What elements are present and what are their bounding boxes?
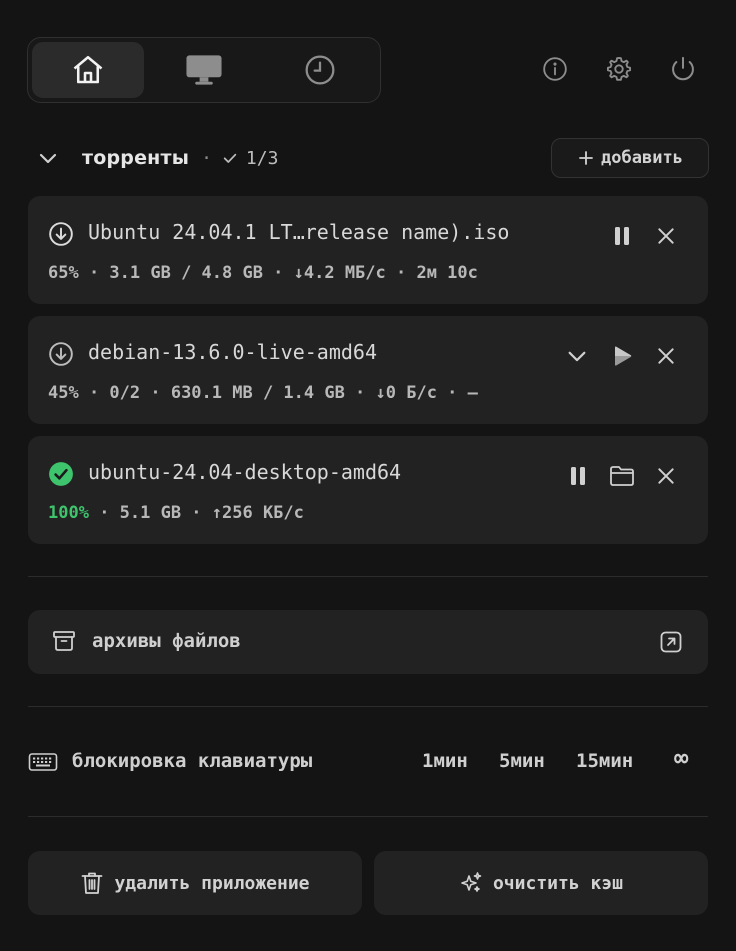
divider [28, 816, 708, 817]
completed-count: 1/3 [245, 147, 279, 169]
torrent-name: ubuntu-24.04-desktop-amd64 [88, 460, 402, 484]
torrent-progress: 65% [48, 263, 79, 283]
torrent-stats: · 0/2 · 630.1 MB / 1.4 GB · ↓0 Б/с · — [78, 383, 478, 403]
torrent-stats: · 3.1 GB / 4.8 GB · ↓4.2 МБ/с · 2м 10с [78, 263, 478, 283]
divider [28, 576, 708, 577]
lock-option-1min[interactable]: 1мин [422, 750, 468, 772]
torrent-card[interactable]: Ubuntu 24.04.1 LT…release name).iso 65% … [28, 196, 708, 304]
resume-button[interactable] [608, 342, 636, 370]
close-icon [658, 468, 674, 484]
lock-option-5min[interactable]: 5мин [499, 750, 545, 772]
add-button-label: добавить [601, 148, 683, 168]
chevron-down-icon [568, 351, 586, 362]
torrents-header: торренты · 1/3 [36, 140, 278, 176]
lock-option-infinite[interactable]: ∞ [674, 744, 688, 772]
tab-history[interactable] [264, 42, 376, 98]
add-torrent-button[interactable]: добавить [551, 138, 709, 178]
download-status-icon [48, 341, 74, 367]
collapse-toggle[interactable] [36, 146, 60, 170]
pause-button[interactable] [608, 222, 636, 250]
torrent-name: Ubuntu 24.04.1 LT…release name).iso [88, 220, 510, 244]
power-icon [672, 56, 694, 81]
torrent-meta: 45% · 0/2 · 630.1 MB / 1.4 GB · ↓0 Б/с ·… [48, 383, 478, 403]
clock-icon [305, 55, 335, 85]
folder-icon [610, 466, 634, 486]
torrent-progress: 100% [48, 503, 89, 523]
close-icon [658, 228, 674, 244]
divider [28, 706, 708, 707]
remove-button[interactable] [652, 342, 680, 370]
expand-files-button[interactable] [563, 342, 591, 370]
download-status-icon [48, 221, 74, 247]
info-icon [543, 57, 567, 81]
section-title: торренты [82, 147, 190, 169]
plus-icon [579, 151, 593, 165]
keyboard-icon [28, 750, 58, 774]
check-icon [222, 150, 238, 166]
play-icon [615, 346, 632, 366]
pause-button[interactable] [564, 462, 592, 490]
pause-icon [615, 227, 629, 245]
pause-icon [571, 467, 585, 485]
torrent-progress: 45% [48, 383, 79, 403]
remove-button[interactable] [652, 222, 680, 250]
power-button[interactable] [668, 54, 698, 84]
archives-label: архивы файлов [92, 630, 241, 652]
monitor-icon [186, 55, 222, 85]
uninstall-app-button[interactable]: удалить приложение [28, 851, 362, 915]
clear-cache-button[interactable]: очистить кэш [374, 851, 708, 915]
remove-button[interactable] [652, 462, 680, 490]
tab-monitor[interactable] [148, 42, 260, 98]
archive-icon [52, 629, 76, 653]
torrent-name: debian-13.6.0-live-amd64 [88, 340, 377, 364]
close-icon [658, 348, 674, 364]
torrent-card[interactable]: debian-13.6.0-live-amd64 45% · 0/2 · 630… [28, 316, 708, 424]
torrent-meta: 65% · 3.1 GB / 4.8 GB · ↓4.2 МБ/с · 2м 1… [48, 263, 478, 283]
external-link-icon [659, 630, 683, 654]
settings-button[interactable] [604, 54, 634, 84]
separator: · [201, 147, 212, 169]
keyboard-lock-label: блокировка клавиатуры [72, 750, 313, 772]
chevron-down-icon [39, 153, 57, 164]
gear-icon [606, 56, 632, 81]
completed-status-icon [48, 461, 74, 487]
view-tabs [27, 37, 381, 103]
open-folder-button[interactable] [608, 462, 636, 490]
uninstall-label: удалить приложение [114, 872, 310, 894]
file-archives-button[interactable]: архивы файлов [28, 610, 708, 674]
sparkles-icon [461, 872, 482, 892]
info-button[interactable] [540, 54, 570, 84]
torrent-card[interactable]: ubuntu-24.04-desktop-amd64 100% · 5.1 GB… [28, 436, 708, 544]
clear-cache-label: очистить кэш [492, 872, 624, 894]
torrent-stats: · 5.1 GB · ↑256 КБ/с [88, 503, 304, 523]
home-icon [73, 55, 103, 84]
tab-home[interactable] [32, 42, 144, 98]
trash-icon [82, 872, 103, 894]
lock-option-15min[interactable]: 15мин [576, 750, 633, 772]
torrent-meta: 100% · 5.1 GB · ↑256 КБ/с [48, 503, 304, 523]
